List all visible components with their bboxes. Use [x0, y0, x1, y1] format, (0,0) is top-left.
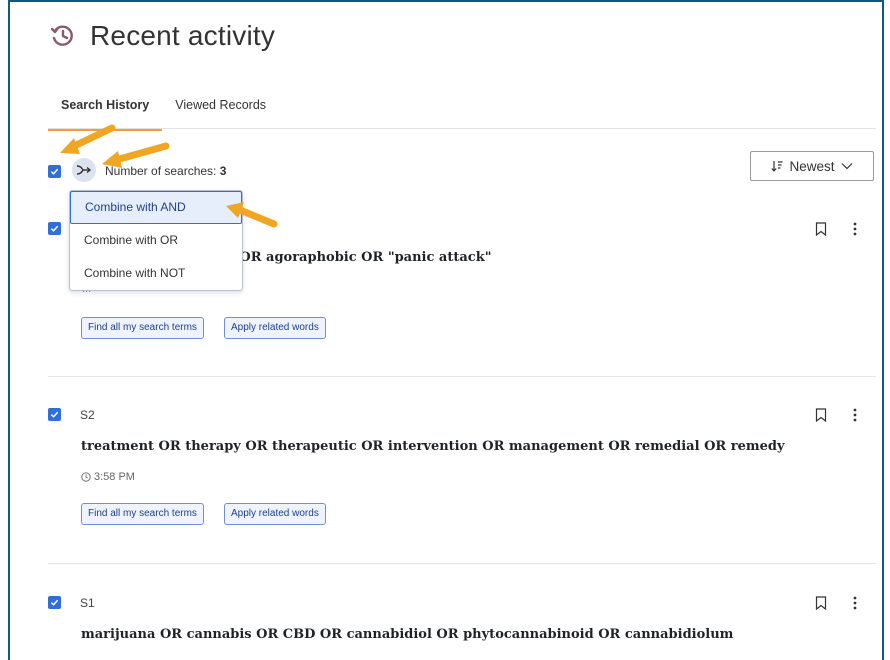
select-all-checkbox[interactable]: [48, 165, 61, 178]
entry-label: S1: [80, 596, 95, 610]
combine-searches-button[interactable]: [72, 158, 96, 182]
combine-menu: Combine with AND Combine with OR Combine…: [69, 190, 243, 291]
sort-label: Newest: [789, 158, 835, 174]
entry-checkbox[interactable]: [48, 408, 61, 421]
checkmark-icon: [50, 168, 59, 175]
sort-icon: [771, 161, 783, 172]
apply-related-words-button[interactable]: Apply related words: [224, 317, 326, 339]
annotation-arrow-icon: [226, 202, 278, 228]
combine-or-option[interactable]: Combine with OR: [70, 224, 242, 257]
entry-time: 3:58 PM: [81, 471, 135, 483]
entry-label: S2: [80, 408, 95, 422]
find-all-terms-button[interactable]: Find all my search terms: [81, 503, 204, 525]
chevron-down-icon: [841, 163, 852, 170]
clock-icon: [81, 472, 91, 482]
entry-divider: [48, 376, 876, 377]
apply-related-words-button[interactable]: Apply related words: [224, 503, 326, 525]
checkmark-icon: [50, 599, 59, 606]
entry-checkbox[interactable]: [48, 596, 61, 609]
app-frame: Recent activity Search History Viewed Re…: [8, 0, 884, 660]
tabs-divider: [48, 128, 876, 129]
annotation-arrow-icon: [102, 142, 170, 168]
tab-viewed-records[interactable]: Viewed Records: [162, 90, 279, 131]
page-title: Recent activity: [90, 20, 276, 51]
bookmark-icon[interactable]: [815, 222, 827, 236]
sort-dropdown[interactable]: Newest: [750, 151, 874, 181]
more-options-icon[interactable]: [849, 407, 861, 423]
page-header: Recent activity: [50, 20, 275, 52]
entry-time-text: 3:58 PM: [94, 471, 135, 483]
more-options-icon[interactable]: [849, 221, 861, 237]
entry-query[interactable]: treatment OR therapy OR therapeutic OR i…: [81, 439, 785, 454]
find-all-terms-button[interactable]: Find all my search terms: [81, 317, 204, 339]
merge-icon: [76, 165, 92, 175]
search-count-value: 3: [219, 164, 227, 178]
history-icon: [50, 25, 73, 46]
bookmark-icon[interactable]: [815, 408, 827, 422]
combine-and-option[interactable]: Combine with AND: [70, 191, 242, 224]
combine-not-option[interactable]: Combine with NOT: [70, 257, 242, 290]
entry-query[interactable]: marijuana OR cannabis OR CBD OR cannabid…: [81, 627, 733, 642]
checkmark-icon: [50, 411, 59, 418]
more-options-icon[interactable]: [849, 595, 861, 611]
checkmark-icon: [50, 225, 59, 232]
bookmark-icon[interactable]: [815, 596, 827, 610]
entry-divider: [48, 563, 876, 564]
entry-checkbox[interactable]: [48, 222, 61, 235]
